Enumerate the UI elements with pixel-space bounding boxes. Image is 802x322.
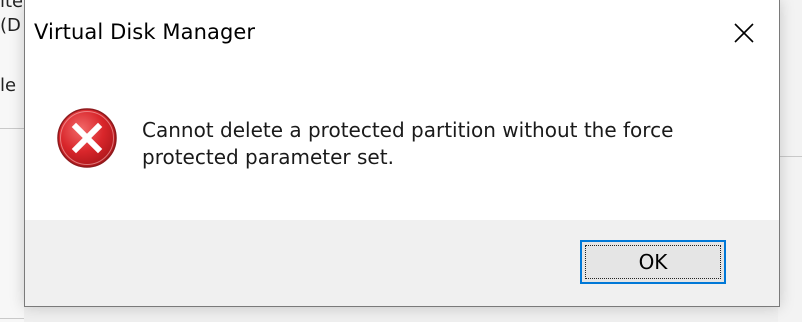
background-window-left-edge: ltem 0 (D le [0,0,24,322]
error-dialog: Virtual Disk Manager Cannot delete a pro… [24,0,780,307]
ok-button[interactable]: OK [580,240,726,284]
dialog-titlebar[interactable]: Virtual Disk Manager [25,0,779,66]
dialog-content: Cannot delete a protected partition with… [25,66,779,220]
background-divider [778,156,802,157]
dialog-footer: OK [25,220,779,306]
background-divider [0,318,24,319]
background-window-right-edge [778,0,802,322]
close-button[interactable] [709,0,779,66]
background-text-fragment: le [0,76,17,96]
error-icon [56,107,118,169]
background-text-fragment: (D [0,16,21,36]
background-divider [0,128,24,129]
close-icon [733,22,755,44]
ok-button-label: OK [638,250,668,274]
dialog-title: Virtual Disk Manager [34,20,256,44]
background-text-fragment: ltem 0 [0,0,22,12]
error-message: Cannot delete a protected partition with… [142,118,674,169]
